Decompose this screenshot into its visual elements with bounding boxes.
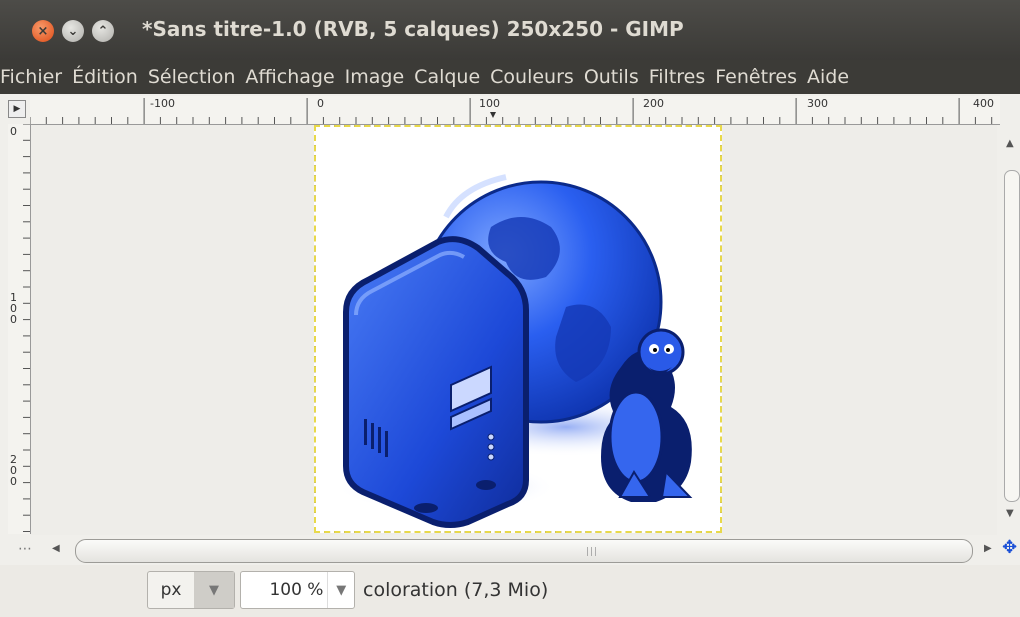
- horizontal-scroll-thumb[interactable]: |||: [75, 539, 973, 563]
- vertical-scrollbar[interactable]: ▲ ▼: [1004, 130, 1020, 520]
- horizontal-scroll-row: ⋯ ◀ ||| ▶ ✥: [0, 535, 1020, 565]
- menu-affichage[interactable]: Affichage: [240, 66, 339, 88]
- ruler-label: 0: [10, 125, 17, 138]
- dropdown-arrow-icon[interactable]: ▼: [194, 572, 234, 608]
- maximize-window-button[interactable]: ⌃: [92, 20, 114, 42]
- vertical-scroll-thumb[interactable]: [1004, 170, 1020, 502]
- title-bar: × ⌄ ⌃ *Sans titre-1.0 (RVB, 5 calques) 2…: [0, 0, 1020, 60]
- image-canvas[interactable]: [314, 125, 722, 533]
- menu-calque[interactable]: Calque: [409, 66, 485, 88]
- close-window-button[interactable]: ×: [32, 20, 54, 42]
- menu-edition[interactable]: Édition: [67, 66, 143, 88]
- dropdown-arrow-icon[interactable]: ▼: [327, 572, 354, 608]
- canvas-area[interactable]: [31, 125, 997, 535]
- vertical-ruler: 0 1 0 0 2 0 0: [8, 124, 31, 534]
- horizontal-ruler: -100 0 100 200 300 400: [30, 96, 1000, 125]
- menu-aide[interactable]: Aide: [802, 66, 854, 88]
- ruler-label: 400: [973, 97, 994, 110]
- ruler-label: 1 0 0: [10, 291, 17, 326]
- menu-fenetres[interactable]: Fenêtres: [710, 66, 802, 88]
- navigate-icon[interactable]: ✥: [1002, 537, 1017, 558]
- status-message: coloration (7,3 Mio): [363, 579, 549, 601]
- ruler-menu-button[interactable]: ▶: [8, 100, 26, 118]
- scroll-grip: |||: [586, 547, 599, 557]
- zoom-selector[interactable]: 100 % ▼: [240, 571, 355, 609]
- horizontal-ruler-ticks: [30, 98, 993, 124]
- ruler-label: 0: [317, 97, 324, 110]
- minimize-window-button[interactable]: ⌄: [62, 20, 84, 42]
- scroll-up-icon[interactable]: ▲: [1006, 138, 1014, 149]
- ruler-label: -100: [150, 97, 175, 110]
- unit-value: px: [160, 580, 182, 600]
- ruler-label: 2 0 0: [10, 453, 17, 488]
- zoom-value[interactable]: 100 %: [241, 580, 327, 600]
- menu-outils[interactable]: Outils: [579, 66, 644, 88]
- menu-fichier[interactable]: Fichier: [0, 66, 67, 88]
- menu-couleurs[interactable]: Couleurs: [485, 66, 579, 88]
- window-title: *Sans titre-1.0 (RVB, 5 calques) 250x250…: [142, 17, 684, 41]
- scroll-down-icon[interactable]: ▼: [1006, 508, 1014, 519]
- server-globe-penguin-image: [336, 174, 696, 528]
- unit-selector[interactable]: px ▼: [147, 571, 235, 609]
- scroll-right-icon[interactable]: ▶: [984, 543, 992, 554]
- menu-bar: Fichier Édition Sélection Affichage Imag…: [0, 60, 1020, 94]
- ruler-label: 200: [643, 97, 664, 110]
- status-bar: px ▼ 100 % ▼ coloration (7,3 Mio): [0, 565, 1020, 617]
- menu-filtres[interactable]: Filtres: [644, 66, 711, 88]
- menu-image[interactable]: Image: [340, 66, 410, 88]
- quick-mask-icon[interactable]: ⋯: [18, 541, 32, 557]
- ruler-label: 300: [807, 97, 828, 110]
- menu-selection[interactable]: Sélection: [143, 66, 241, 88]
- scroll-left-icon[interactable]: ◀: [52, 543, 60, 554]
- ruler-label: 100: [479, 97, 500, 110]
